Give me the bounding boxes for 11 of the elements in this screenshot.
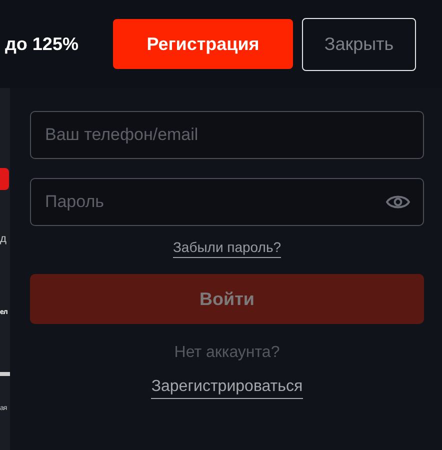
password-field[interactable]: Пароль bbox=[30, 178, 424, 226]
close-button[interactable]: Закрыть bbox=[302, 18, 416, 70]
forgot-password-link[interactable]: Забыли пароль? bbox=[172, 239, 282, 258]
background-bar bbox=[0, 372, 10, 376]
eye-icon[interactable] bbox=[386, 194, 410, 210]
signup-link[interactable]: Зарегистрироваться bbox=[151, 378, 303, 399]
background-text: д bbox=[0, 232, 8, 246]
login-field[interactable]: Ваш телефон/email bbox=[30, 111, 424, 159]
bonus-text: до 125% bbox=[5, 34, 80, 54]
register-button[interactable]: Регистрация bbox=[113, 19, 293, 69]
no-account-text: Нет аккаунта? bbox=[174, 344, 280, 362]
